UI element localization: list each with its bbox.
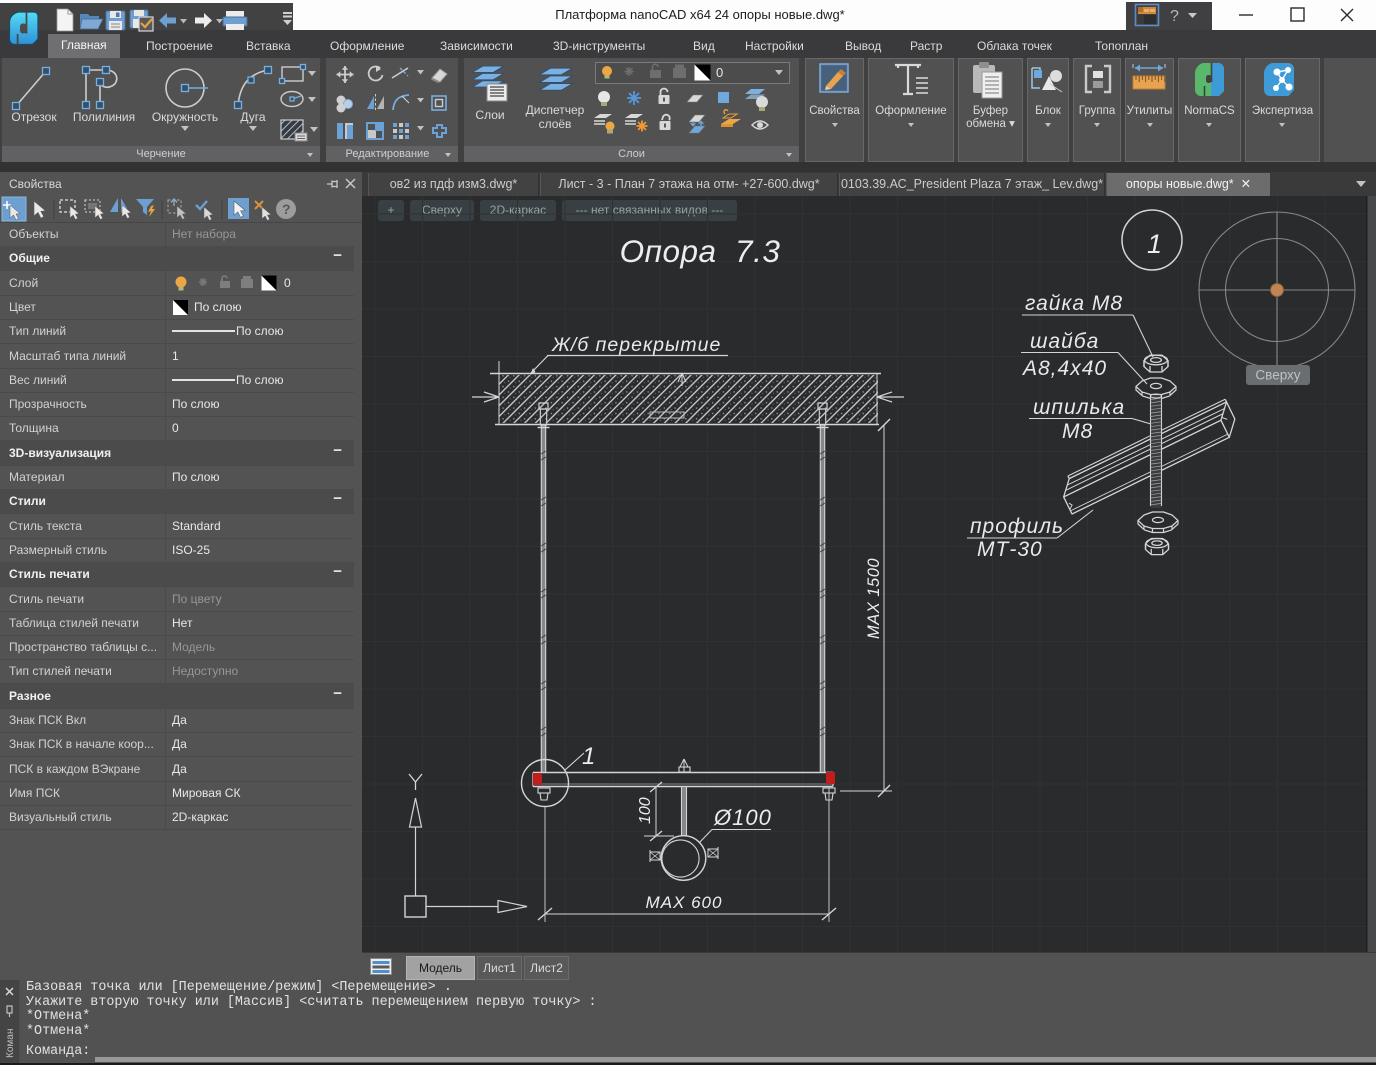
svg-text:Коман: Коман [5,1029,16,1058]
svg-text:Отрезок: Отрезок [11,110,57,124]
svg-text:Сверху: Сверху [1255,368,1300,383]
svg-text:МТ-30: МТ-30 [977,538,1043,561]
svg-text:Дуга: Дуга [240,110,266,124]
svg-text:МАХ 1500: МАХ 1500 [865,558,883,639]
svg-text:гайка М8: гайка М8 [1025,292,1123,315]
svg-text:МАХ 600: МАХ 600 [646,893,723,912]
svg-text:Окружность: Окружность [152,110,218,124]
svg-text:профиль: профиль [970,515,1064,538]
svg-text:слоёв: слоёв [539,117,572,131]
svg-text:?: ? [282,201,291,217]
svg-text:100: 100 [637,797,654,824]
svg-text:1: 1 [582,743,595,770]
svg-text:Опора 7.3: Опора 7.3 [620,233,781,269]
svg-text:Слои: Слои [475,108,504,122]
svg-text:А8,4х40: А8,4х40 [1021,357,1107,380]
svg-text:шайба: шайба [1030,330,1099,353]
svg-text:Диспетчер: Диспетчер [526,103,585,117]
svg-text:шпилька: шпилька [1033,396,1125,419]
svg-text:Полилиния: Полилиния [73,110,135,124]
svg-text:1: 1 [1147,229,1162,259]
svg-text:0: 0 [716,65,723,80]
svg-text:М8: М8 [1062,420,1093,443]
svg-text:?: ? [1170,8,1179,25]
svg-text:Ж/б перекрытие: Ж/б перекрытие [551,334,721,356]
svg-text:Ø100: Ø100 [713,805,772,830]
